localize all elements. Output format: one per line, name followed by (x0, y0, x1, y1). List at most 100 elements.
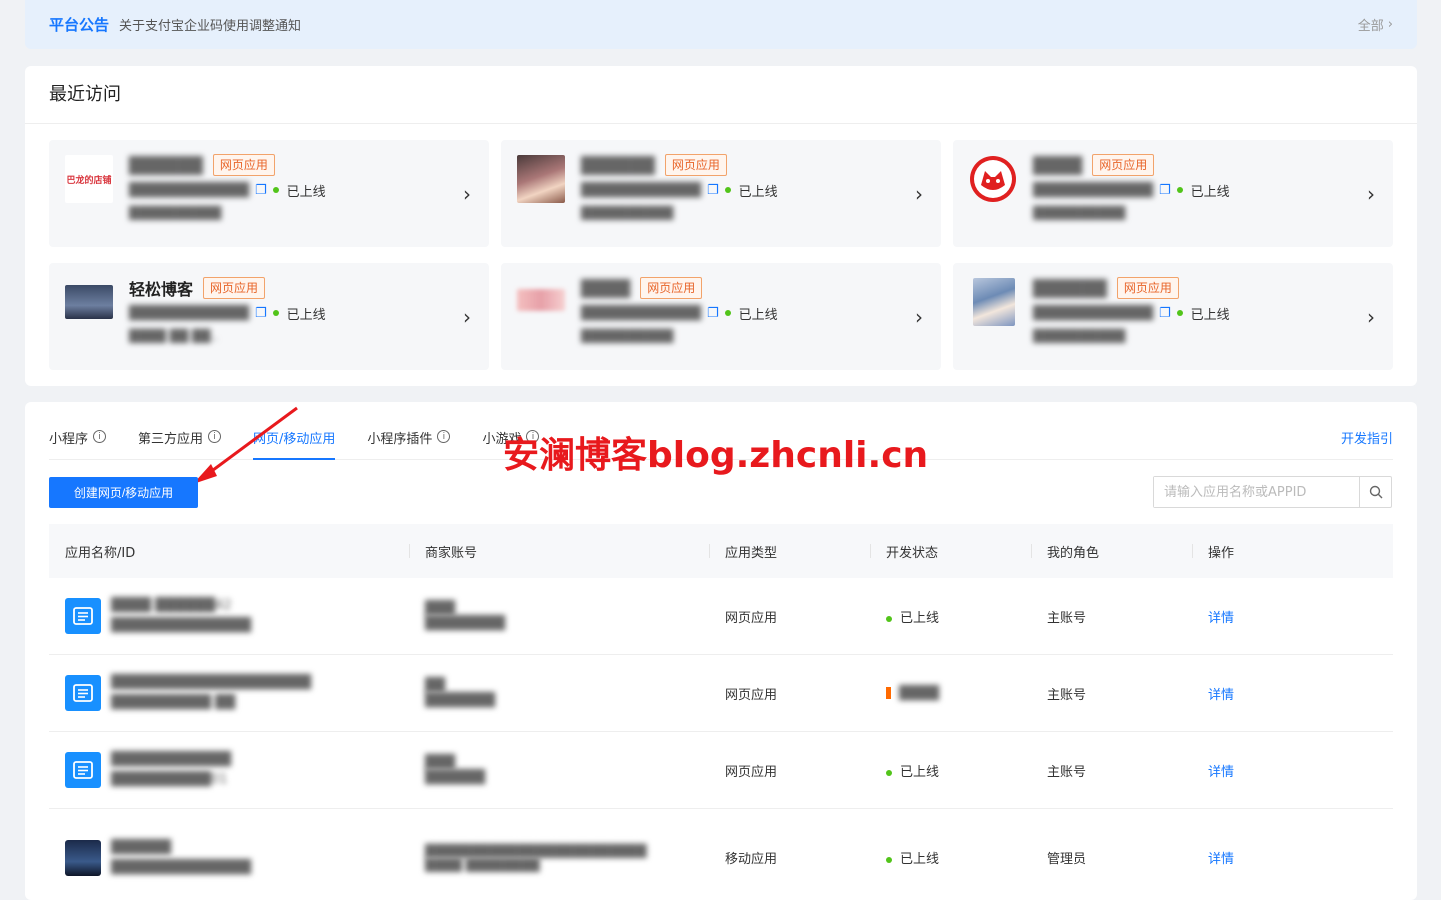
dev-guide-link[interactable]: 开发指引 (1341, 420, 1393, 447)
recent-card[interactable]: ████ 网页应用 ████████████ ❐ 已上线 ██████████ › (953, 140, 1393, 247)
col-dev-status: 开发状态 (870, 542, 1031, 561)
avatar-image (973, 278, 1015, 326)
create-app-button[interactable]: 创建网页/移动应用 (49, 477, 198, 508)
recent-card[interactable]: 轻松博客 网页应用 ████████████ ❐ 已上线 ████ ██ ██.. › (49, 263, 489, 370)
app-type: 网页应用 (725, 610, 778, 626)
app-type: 网页应用 (725, 764, 778, 780)
info-icon[interactable]: i (437, 430, 451, 443)
search-input[interactable] (1154, 477, 1359, 507)
info-icon[interactable]: i (93, 430, 107, 443)
dev-status: ████ (870, 686, 1031, 701)
chevron-right-icon[interactable]: › (1367, 305, 1375, 329)
status-dot (1176, 310, 1183, 316)
col-merchant-account: 商家账号 (409, 542, 709, 561)
col-actions: 操作 (1192, 542, 1393, 561)
app-logo (517, 289, 565, 311)
status-dot (886, 615, 892, 622)
app-id: ██████████████ (111, 618, 251, 633)
merchant-account: █████████ (409, 755, 709, 785)
account-line: ██ (425, 678, 445, 693)
announcement-bar: 平台公告 关于支付宝企业码使用调整通知 全部 › (25, 0, 1417, 49)
tab-label: 小程序 (49, 432, 89, 447)
detail-link[interactable]: 详情 (1192, 848, 1393, 867)
app-id: ██████████01 (111, 772, 228, 787)
view-all-label: 全部 (1357, 19, 1384, 34)
recent-card[interactable]: ██████ 网页应用 ████████████ ❐ 已上线 ██████████ › (953, 263, 1393, 370)
status-label: 已上线 (900, 610, 940, 626)
app-name: ████████████ (111, 752, 231, 767)
copy-icon[interactable]: ❐ (255, 306, 267, 321)
status-dot (886, 857, 892, 863)
my-role: 主账号 (1047, 764, 1087, 780)
copy-icon[interactable]: ❐ (1159, 183, 1171, 198)
status-dot (886, 769, 892, 776)
detail-link[interactable]: 详情 (1192, 684, 1393, 703)
search-icon[interactable] (1359, 477, 1391, 507)
app-extra: ██████████ (581, 329, 674, 343)
detail-link[interactable]: 详情 (1192, 761, 1393, 780)
app-id: ██████████ ██ (111, 695, 236, 710)
announcement-text[interactable]: 关于支付宝企业码使用调整通知 (119, 15, 301, 34)
document-icon (65, 598, 101, 634)
app-type: 网页应用 (725, 687, 778, 703)
app-name: ██████ (111, 839, 171, 855)
merchant-account: ███ ████████ (409, 601, 709, 631)
app-id: ████████████ (1033, 305, 1153, 321)
app-cell: ████████████ ██████████01 (49, 750, 409, 790)
app-status: 已上线 (286, 184, 326, 200)
red-mascot-logo (969, 155, 1017, 203)
app-name: ████████████████████ (111, 675, 311, 690)
merchant-account: ████████████████████████ ████ ████████ (409, 844, 709, 872)
view-all-link[interactable]: 全部 › (1358, 15, 1393, 34)
recent-card[interactable]: 巴龙的店铺 ██████ 网页应用 ████████████ ❐ 已上线 ██████… (49, 140, 489, 247)
app-id: ████████████ (129, 305, 249, 321)
dev-status: 已上线 (870, 848, 1031, 867)
tab-label: 小程序插件 (367, 432, 433, 447)
copy-icon[interactable]: ❐ (1159, 306, 1171, 321)
detail-link[interactable]: 详情 (1192, 607, 1393, 626)
chevron-right-icon[interactable]: › (915, 305, 923, 329)
account-line: ██████ (425, 770, 485, 785)
app-id: ████████████ (129, 182, 249, 198)
app-type-tag: 网页应用 (212, 154, 275, 176)
table-row: ██████ ██████████████ ███████████████████… (49, 809, 1393, 900)
recent-cards-grid: 巴龙的店铺 ██████ 网页应用 ████████████ ❐ 已上线 ██████… (49, 140, 1393, 370)
app-extra: ██████████ (129, 206, 222, 220)
account-line: ███ (425, 755, 455, 770)
app-extra: ████ ██ ██.. (129, 329, 219, 343)
chevron-right-icon[interactable]: › (1367, 182, 1375, 206)
tab-mini-program-plugin[interactable]: 小程序插件 i (367, 420, 451, 460)
app-status: 已上线 (738, 307, 778, 323)
app-logo (65, 285, 113, 319)
app-type: 移动应用 (725, 852, 778, 867)
app-extra: ██████████ (1033, 206, 1126, 220)
recent-card[interactable]: ████ 网页应用 ████████████ ❐ 已上线 ██████████ › (501, 263, 941, 370)
col-app-name: 应用名称/ID (65, 545, 136, 561)
copy-icon[interactable]: ❐ (255, 183, 267, 198)
app-type-tag: 网页应用 (1116, 277, 1179, 299)
app-type-tag: 网页应用 (640, 277, 703, 299)
app-name: ████ (581, 278, 631, 298)
table-row: ████████████ ██████████01 ███ ██████ 网页应用 … (49, 732, 1393, 809)
app-name: ██████ (581, 155, 655, 175)
account-line: ████ ████████ (425, 857, 540, 872)
status-label: 已上线 (900, 764, 940, 780)
app-status: 已上线 (286, 307, 326, 323)
table-header: 应用名称/ID 商家账号 应用类型 开发状态 我的角色 操作 (49, 524, 1393, 578)
app-name: 轻松博客 (129, 280, 194, 299)
recent-card[interactable]: ██████ 网页应用 ████████████ ❐ 已上线 ██████████ › (501, 140, 941, 247)
account-line: ████████████████████████ (425, 843, 647, 858)
chevron-right-icon[interactable]: › (463, 182, 471, 206)
app-avatar (65, 839, 101, 876)
copy-icon[interactable]: ❐ (707, 306, 719, 321)
recent-visits-title: 最近访问 (25, 66, 1417, 124)
chevron-right-icon[interactable]: › (915, 182, 923, 206)
app-cell: ██████ ██████████████ (49, 838, 409, 878)
copy-icon[interactable]: ❐ (707, 183, 719, 198)
chevron-right-icon[interactable]: › (463, 305, 471, 329)
tab-mini-program[interactable]: 小程序 i (49, 420, 107, 460)
account-line: ███ (425, 601, 455, 616)
table-row: ████ ██████42 ██████████████ ███ ████████ … (49, 578, 1393, 655)
document-icon (65, 675, 101, 711)
dev-status: 已上线 (870, 607, 1031, 626)
